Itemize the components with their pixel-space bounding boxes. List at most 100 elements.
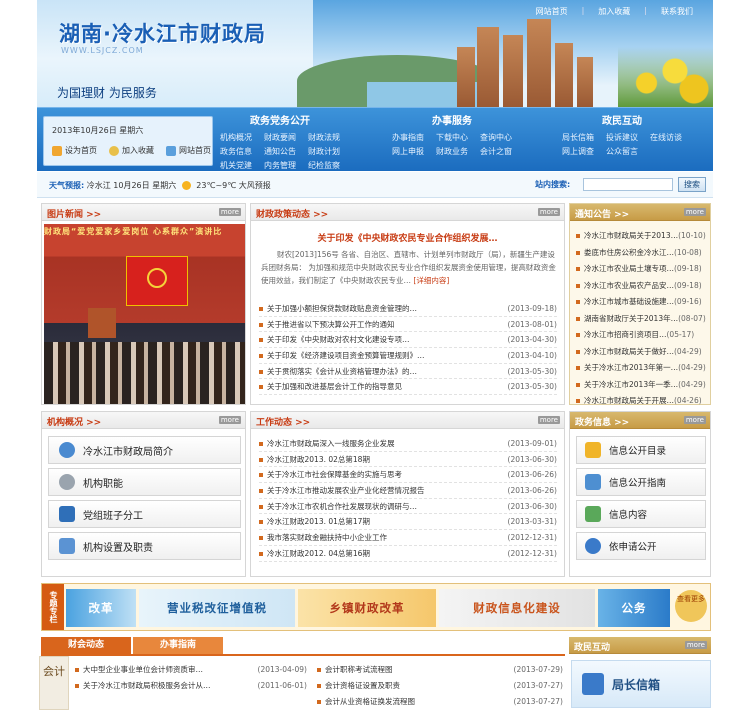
list-item[interactable]: 冷水江市农业局土壤专项…(09-18) (576, 261, 706, 278)
add-favorite-link[interactable]: 加入收藏 (109, 145, 154, 156)
nav-item[interactable]: 局长信箱 (562, 132, 594, 143)
list-item[interactable]: 冷水江财政2013. 01总第17期 (2013-03-31) (259, 514, 557, 531)
nav-item[interactable]: 财政业务 (436, 146, 468, 157)
list-item[interactable]: 湖南省财政厅关于2013年…(08-07) (576, 311, 706, 328)
list-item[interactable]: 关于冷水江市2013年一季…(04-29) (576, 377, 706, 394)
list-item[interactable]: 会计职称考试流程图 (2013-07-29) (317, 662, 563, 678)
org-leaders-button[interactable]: 党组班子分工 (48, 500, 241, 528)
org-structure-button[interactable]: 机构设置及职责 (48, 532, 241, 560)
nav-item[interactable]: 公众留言 (606, 146, 638, 157)
document-edit-icon (59, 538, 75, 554)
list-item[interactable]: 我市落实财政金融扶持中小企业工作 (2012-12-31) (259, 530, 557, 546)
more-link[interactable]: more (683, 208, 706, 216)
list-item[interactable]: 关于冷水江市财政局积极服务会计从… (2011-06-01) (75, 678, 307, 694)
item-title: 冷水江市招商引资项目… (584, 330, 667, 339)
tab-finance-news[interactable]: 财会动态 (41, 637, 131, 654)
site-home-link[interactable]: 网站首页 (166, 145, 211, 156)
item-title: 冷水江市财政局关于2013… (584, 231, 679, 240)
toplink-contact[interactable]: 联系我们 (661, 6, 693, 17)
nav-item[interactable]: 财政计划 (308, 146, 340, 157)
info-content-button[interactable]: 信息内容 (576, 500, 706, 528)
quick-label: 设为首页 (65, 146, 97, 155)
item-title: 会计职称考试流程图 (325, 665, 393, 674)
nav-item[interactable]: 投诉建议 (606, 132, 638, 143)
more-link[interactable]: more (684, 641, 707, 649)
news-photo[interactable]: 财政局“爱党爱家乡爱岗位 心系群众”演讲比 (44, 224, 245, 404)
more-link[interactable]: more (537, 416, 560, 424)
list-item[interactable]: 冷水江市财政局关于开展…(04-26) (576, 393, 706, 410)
nav-item[interactable]: 内务管理 (264, 160, 296, 171)
nav-item[interactable]: 机构概况 (220, 132, 252, 143)
nav-item[interactable]: 会计之窗 (480, 146, 512, 157)
info-guide-button[interactable]: 信息公开指南 (576, 468, 706, 496)
list-item[interactable]: 关于推进省以下预决算公开工作的通知 (2013-08-01) (259, 317, 557, 333)
document-icon (585, 506, 601, 522)
topic-vat-reform[interactable]: 营业税改征增值税 (139, 589, 295, 627)
list-item[interactable]: 关于冷水江市社会保障基金的实施与思考 (2013-06-26) (259, 467, 557, 484)
nav-item[interactable]: 下载中心 (436, 132, 468, 143)
list-item[interactable]: 关于冷水江市推动发展农业产业化经营情况报告 (2013-06-26) (259, 483, 557, 499)
item-title: 冷水江市财政局关于开展… (584, 396, 674, 405)
nav-item[interactable]: 通知公告 (264, 146, 296, 157)
see-more-button[interactable]: 查看更多 (675, 590, 707, 622)
policy-detail-link[interactable]: [详细内容] (413, 276, 449, 285)
org-function-button[interactable]: 机构职能 (48, 468, 241, 496)
list-item[interactable]: 关于印发《中央财政对农村文化建设专项… (2013-04-30) (259, 332, 557, 349)
nav-item[interactable]: 在线访谈 (650, 132, 682, 143)
leader-mailbox-button[interactable]: 局长信箱 (571, 660, 711, 708)
list-item[interactable]: 冷水江市财政局关于做好…(04-29) (576, 344, 706, 361)
search-button[interactable]: 搜索 (678, 177, 706, 192)
panel-header: 政务信息 >> more (570, 412, 710, 429)
list-item[interactable]: 冷水江市招商引资项目…(05-17) (576, 327, 706, 344)
nav-item[interactable]: 财政法规 (308, 132, 340, 143)
nav-item[interactable]: 网上申报 (392, 146, 424, 157)
list-item[interactable]: 冷水江市财政局深入一线服务企业发展 (2013-09-01) (259, 436, 557, 452)
list-item[interactable]: 娄底市住房公积金冷水江…(10-08) (576, 245, 706, 262)
more-link[interactable]: more (537, 208, 560, 216)
nav-item[interactable]: 财政要闻 (264, 132, 296, 143)
list-item[interactable]: 关于冷水江市农机合作社发展现状的调研与… (2013-06-30) (259, 499, 557, 515)
info-request-button[interactable]: 依申请公开 (576, 532, 706, 560)
panel-title: 图片新闻 >> (47, 210, 102, 220)
more-link[interactable]: more (218, 208, 241, 216)
policy-headline[interactable]: 关于印发《中央财政农民专业合作组织发展… (251, 231, 564, 244)
search-input[interactable] (583, 178, 673, 191)
nav-item[interactable]: 办事指南 (392, 132, 424, 143)
nav-item[interactable]: 纪检监察 (308, 160, 340, 171)
list-item[interactable]: 关于贯彻落实《会计从业资格管理办法》的… (2013-05-30) (259, 364, 557, 380)
govinfo-panel: 政务信息 >> more 信息公开目录 信息公开指南 信息内容 依申请公开 (569, 411, 711, 577)
list-item[interactable]: 关于印发《经济建设项目资金预算管理规则》… (2013-04-10) (259, 348, 557, 364)
item-title: 关于冷水江市农机合作社发展现状的调研与… (259, 499, 417, 514)
topic-finance-it[interactable]: 财政信息化建设 (439, 589, 595, 627)
more-link[interactable]: more (218, 416, 241, 424)
toplink-favorite[interactable]: 加入收藏 (598, 6, 630, 17)
panel-title: 政民互动 (574, 643, 611, 653)
nav-item[interactable]: 机关党建 (220, 160, 252, 171)
info-catalog-button[interactable]: 信息公开目录 (576, 436, 706, 464)
list-item[interactable]: 关于冷水江市2013年第一…(04-29) (576, 360, 706, 377)
policy-list: 关于加强小额担保贷款财政贴息资金管理的… (2013-09-18) 关于推进省以下… (259, 301, 557, 396)
list-item[interactable]: 关于加强小额担保贷款财政贴息资金管理的… (2013-09-18) (259, 301, 557, 317)
topic-reform[interactable]: 改革 (66, 589, 136, 627)
nav-item[interactable]: 网上调查 (562, 146, 594, 157)
list-item[interactable]: 会计资格证设置及职责 (2013-07-27) (317, 678, 563, 694)
list-item[interactable]: 会计从业资格证换发流程图 (2013-07-27) (317, 694, 563, 710)
tab-service-guide[interactable]: 办事指南 (133, 637, 223, 654)
star-icon (109, 145, 119, 156)
more-link[interactable]: more (683, 416, 706, 424)
list-item[interactable]: 冷水江财政2012. 04总第16期 (2012-12-31) (259, 546, 557, 562)
list-item[interactable]: 冷水江市财政局关于2013…(10-10) (576, 228, 706, 245)
topic-township-finance[interactable]: 乡镇财政改革 (298, 589, 436, 627)
list-item[interactable]: 大中型企业事业单位会计师资质审… (2013-04-09) (75, 662, 307, 678)
list-item[interactable]: 冷水江市城市基础设施建…(09-16) (576, 294, 706, 311)
nav-item[interactable]: 政务信息 (220, 146, 252, 157)
toplink-home[interactable]: 网站首页 (536, 6, 568, 17)
list-item[interactable]: 冷水江市农业局农产品安…(09-18) (576, 278, 706, 295)
set-homepage-link[interactable]: 设为首页 (52, 145, 97, 156)
list-item[interactable]: 冷水江财政2013. 02总第18期 (2013-06-30) (259, 452, 557, 468)
org-intro-button[interactable]: 冷水江市财政局简介 (48, 436, 241, 464)
party-emblem (147, 268, 167, 288)
topic-public-affairs[interactable]: 公务 (598, 589, 670, 627)
list-item[interactable]: 关于加强和改进基层会计工作的指导意见 (2013-05-30) (259, 379, 557, 396)
nav-item[interactable]: 查询中心 (480, 132, 512, 143)
